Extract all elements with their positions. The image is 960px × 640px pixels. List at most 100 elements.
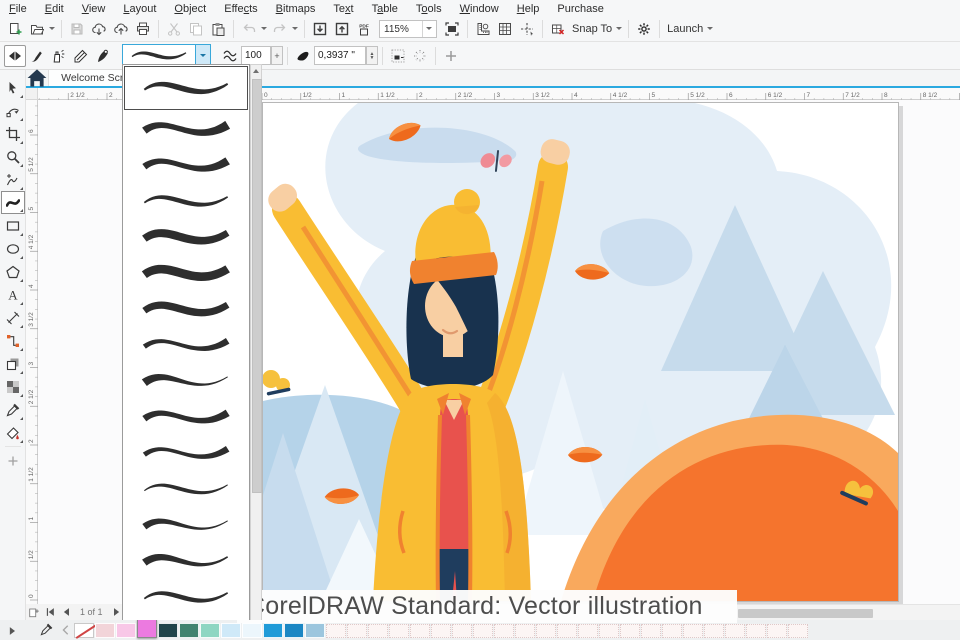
- media-mode-calligraphic[interactable]: [70, 45, 92, 67]
- launch-dropdown[interactable]: Launch: [664, 23, 715, 35]
- snap-disabled-button[interactable]: [547, 18, 569, 40]
- stroke-width-spinner[interactable]: ▲ ▼: [366, 46, 378, 65]
- stroke-option-preset-stroke-16[interactable]: [123, 615, 249, 620]
- tool-color-eyedropper[interactable]: [2, 398, 24, 421]
- swatch-steel-blue[interactable]: [305, 623, 325, 638]
- tool-crop[interactable]: [2, 122, 24, 145]
- menu-help[interactable]: Help: [508, 3, 549, 15]
- show-rulers-button[interactable]: [472, 18, 494, 40]
- media-mode-preset[interactable]: [4, 44, 26, 67]
- plus-pb-button[interactable]: [440, 45, 462, 67]
- empty-palette-well[interactable]: [662, 624, 682, 638]
- ruler-origin-corner[interactable]: [26, 88, 38, 100]
- tool-connector[interactable]: [2, 329, 24, 352]
- empty-palette-well[interactable]: [410, 624, 430, 638]
- palette-scroll-left[interactable]: [60, 623, 72, 635]
- smoothing-input[interactable]: [241, 46, 271, 65]
- menu-bitmaps[interactable]: Bitmaps: [267, 3, 325, 15]
- tool-interactive-fill[interactable]: [2, 421, 24, 444]
- paste-button[interactable]: [207, 18, 229, 40]
- undo-button[interactable]: [238, 18, 260, 40]
- save-button[interactable]: [66, 18, 88, 40]
- stroke-option-preset-stroke-10[interactable]: [123, 399, 249, 435]
- menu-edit[interactable]: Edit: [36, 3, 73, 15]
- stroke-option-preset-stroke-5[interactable]: [123, 219, 249, 255]
- menu-effects[interactable]: Effects: [215, 3, 266, 15]
- stroke-option-preset-stroke-11[interactable]: [123, 435, 249, 471]
- tool-artistic-media[interactable]: [0, 191, 25, 214]
- stroke-option-preset-stroke-9[interactable]: [123, 363, 249, 399]
- empty-palette-well[interactable]: [746, 624, 766, 638]
- empty-palette-well[interactable]: [347, 624, 367, 638]
- tool-ellipse[interactable]: [2, 237, 24, 260]
- tool-customize-add[interactable]: [2, 449, 24, 472]
- tool-dimension[interactable]: [2, 306, 24, 329]
- drawing-page[interactable]: [262, 102, 899, 602]
- stroke-option-preset-stroke-6[interactable]: [123, 255, 249, 291]
- media-mode-sprayer[interactable]: [48, 45, 70, 67]
- empty-palette-well[interactable]: [515, 624, 535, 638]
- tool-shape[interactable]: [2, 99, 24, 122]
- menu-layout[interactable]: Layout: [114, 3, 165, 15]
- swatch-pale-blue[interactable]: [242, 623, 262, 638]
- empty-palette-well[interactable]: [536, 624, 556, 638]
- tool-transparency[interactable]: [2, 375, 24, 398]
- full-screen-preview-button[interactable]: [441, 18, 463, 40]
- first-page-button[interactable]: [42, 606, 58, 618]
- stroke-option-preset-stroke-7[interactable]: [123, 291, 249, 327]
- menu-table[interactable]: Table: [363, 3, 407, 15]
- scroll-up-arrow[interactable]: [251, 65, 261, 77]
- import-button[interactable]: [309, 18, 331, 40]
- tool-polygon[interactable]: [2, 260, 24, 283]
- border-offset-button[interactable]: [387, 45, 409, 67]
- stroke-option-preset-stroke-2[interactable]: [123, 111, 249, 147]
- swatch-light-teal[interactable]: [200, 623, 220, 638]
- stroke-option-preset-stroke-15[interactable]: [123, 579, 249, 615]
- tool-pick[interactable]: [2, 76, 24, 99]
- swatch-light-pink[interactable]: [95, 623, 115, 638]
- tool-zoom[interactable]: [2, 145, 24, 168]
- stroke-option-preset-stroke-3[interactable]: [123, 147, 249, 183]
- tool-drop-shadow[interactable]: [2, 352, 24, 375]
- menu-text[interactable]: Text: [324, 3, 362, 15]
- palette-flyout-button[interactable]: [6, 624, 18, 636]
- empty-palette-well[interactable]: [557, 624, 577, 638]
- empty-palette-well[interactable]: [767, 624, 787, 638]
- menu-view[interactable]: View: [73, 3, 115, 15]
- menu-window[interactable]: Window: [451, 3, 508, 15]
- swatch-sea-green[interactable]: [179, 623, 199, 638]
- snap-to-dropdown[interactable]: Snap To: [569, 23, 624, 35]
- empty-palette-well[interactable]: [431, 624, 451, 638]
- dropdown-scrollbar-thumb[interactable]: [252, 79, 262, 493]
- media-mode-expression[interactable]: [92, 45, 114, 67]
- menu-file[interactable]: File: [0, 3, 36, 15]
- show-grid-button[interactable]: [494, 18, 516, 40]
- open-button[interactable]: [26, 18, 48, 40]
- stroke-option-preset-stroke-8[interactable]: [123, 327, 249, 363]
- welcome-home-icon[interactable]: [26, 69, 48, 87]
- swatch-dark-teal[interactable]: [158, 623, 178, 638]
- vertical-ruler[interactable]: 0 1/2 1 1 1/2 2 2 1/2 3 3 1/2 4 4 1/2 5 5 1/2 6: [26, 100, 38, 604]
- previous-page-button[interactable]: [58, 606, 74, 618]
- dropdown-scrollbar[interactable]: [250, 64, 262, 620]
- zoom-level-combo[interactable]: 115%: [379, 20, 437, 38]
- swatch-medium-blue[interactable]: [284, 623, 304, 638]
- cut-button[interactable]: [163, 18, 185, 40]
- empty-palette-well[interactable]: [683, 624, 703, 638]
- publish-to-pdf-button[interactable]: PDF: [353, 18, 375, 40]
- empty-palette-well[interactable]: [620, 624, 640, 638]
- empty-palette-well[interactable]: [473, 624, 493, 638]
- new-document-button[interactable]: [4, 18, 26, 40]
- stroke-width-input[interactable]: [314, 46, 366, 65]
- tool-freehand[interactable]: [2, 168, 24, 191]
- empty-palette-well[interactable]: [452, 624, 472, 638]
- show-guidelines-button[interactable]: [516, 18, 538, 40]
- palette-eyedropper-icon[interactable]: [40, 623, 53, 636]
- swatch-pink[interactable]: [116, 623, 136, 638]
- save-to-cloud-button[interactable]: [110, 18, 132, 40]
- menu-purchase[interactable]: Purchase: [548, 3, 612, 15]
- swatch-no-fill[interactable]: [74, 623, 94, 638]
- scrollbar-thumb[interactable]: [738, 609, 873, 618]
- copy-button[interactable]: [185, 18, 207, 40]
- redo-button[interactable]: [269, 18, 291, 40]
